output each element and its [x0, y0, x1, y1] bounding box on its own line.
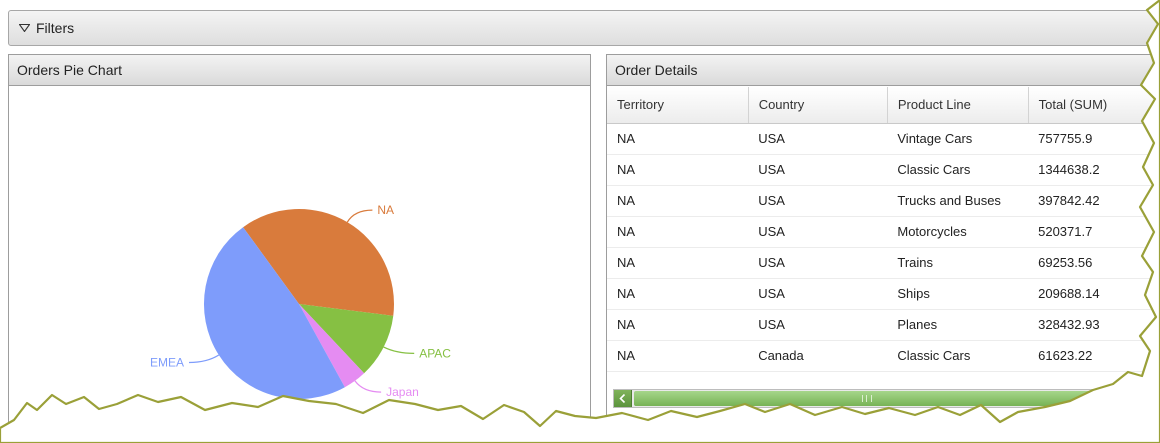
leader-line-na [346, 209, 373, 223]
cell-total: 757755.9 [1028, 123, 1160, 155]
cell-total: 209688.14 [1028, 278, 1160, 310]
scroll-left-button[interactable] [614, 390, 632, 407]
cell-territory: NA [607, 123, 749, 155]
cell-country: USA [748, 309, 888, 341]
cell-country: USA [748, 123, 888, 155]
cell-product-line: Classic Cars [887, 154, 1029, 186]
leader-line-emea [188, 354, 220, 364]
table-row[interactable]: NA USA Motorcycles 520371.7 [607, 216, 1160, 248]
column-header-territory[interactable]: Territory [607, 87, 749, 124]
table-row[interactable]: NA USA Ships 209688.14 [607, 278, 1160, 310]
cell-country: USA [748, 278, 888, 310]
cell-territory: NA [607, 216, 749, 248]
horizontal-scrollbar[interactable] [613, 389, 1113, 408]
cell-total: 69253.56 [1028, 247, 1160, 279]
collapse-triangle-icon [19, 24, 30, 32]
filters-toggle[interactable]: Filters [8, 10, 1160, 46]
filters-label: Filters [36, 20, 75, 36]
table-row[interactable]: NA USA Trains 69253.56 [607, 247, 1160, 279]
cell-territory: NA [607, 340, 749, 372]
column-header-product-line[interactable]: Product Line [887, 87, 1029, 124]
cell-country: USA [748, 247, 888, 279]
cell-territory: NA [607, 309, 749, 341]
scrollbar-thumb[interactable] [634, 391, 1112, 406]
cell-total: 397842.42 [1028, 185, 1160, 217]
chevron-left-icon [619, 394, 626, 403]
order-details-table: Territory Country Product Line Total (SU… [607, 87, 1160, 372]
pie-label-apac: APAC [419, 346, 451, 360]
cell-country: USA [748, 185, 888, 217]
cell-total: 1344638.2 [1028, 154, 1160, 186]
table-row[interactable]: NA Canada Classic Cars 61623.22 [607, 340, 1160, 372]
pie-panel-title: Orders Pie Chart [17, 62, 123, 78]
leader-line-japan [354, 380, 382, 393]
cell-total: 520371.7 [1028, 216, 1160, 248]
column-header-country[interactable]: Country [748, 87, 888, 124]
table-header-row: Territory Country Product Line Total (SU… [607, 87, 1160, 124]
pie-label-emea: EMEA [150, 356, 184, 370]
leader-line-apac [383, 346, 415, 355]
table-row[interactable]: NA USA Trucks and Buses 397842.42 [607, 185, 1160, 217]
cell-country: Canada [748, 340, 888, 372]
cell-territory: NA [607, 278, 749, 310]
order-details-panel: Order Details Territory Country Product … [606, 54, 1160, 443]
scrollbar-grip [862, 395, 872, 402]
cell-territory: NA [607, 154, 749, 186]
cell-territory: NA [607, 185, 749, 217]
cell-product-line: Motorcycles [887, 216, 1029, 248]
cell-product-line: Planes [887, 309, 1029, 341]
details-panel-title: Order Details [615, 62, 698, 78]
orders-pie-chart-panel: Orders Pie Chart NA APAC Japan EMEA [8, 54, 591, 443]
cell-total: 328432.93 [1028, 309, 1160, 341]
table-row[interactable]: NA USA Classic Cars 1344638.2 [607, 154, 1160, 186]
table-row[interactable]: NA USA Vintage Cars 757755.9 [607, 123, 1160, 155]
cell-total: 61623.22 [1028, 340, 1160, 372]
table-row[interactable]: NA USA Planes 328432.93 [607, 309, 1160, 341]
pie-label-japan: Japan [386, 385, 419, 399]
panel-title-pie: Orders Pie Chart [9, 55, 590, 86]
cell-country: USA [748, 216, 888, 248]
cell-country: USA [748, 154, 888, 186]
cell-product-line: Trains [887, 247, 1029, 279]
panel-title-details: Order Details [607, 55, 1160, 86]
cell-product-line: Ships [887, 278, 1029, 310]
cell-product-line: Classic Cars [887, 340, 1029, 372]
pie-label-na: NA [377, 203, 394, 217]
cell-territory: NA [607, 247, 749, 279]
column-header-total[interactable]: Total (SUM) [1028, 87, 1160, 124]
cell-product-line: Vintage Cars [887, 123, 1029, 155]
orders-pie-chart: NA APAC Japan EMEA [150, 203, 451, 399]
cell-product-line: Trucks and Buses [887, 185, 1029, 217]
